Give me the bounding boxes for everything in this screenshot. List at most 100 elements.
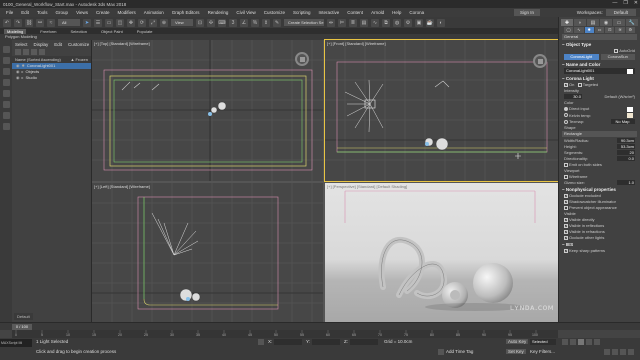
tab-selection[interactable]: Selection xyxy=(70,29,86,34)
render-production-icon[interactable]: ☕ xyxy=(426,18,434,27)
unlink-icon[interactable]: ⚯ xyxy=(36,18,44,27)
snaps-toggle-icon[interactable]: 3 xyxy=(229,18,237,27)
autogrid-checkbox[interactable]: AutoGrid xyxy=(564,48,635,53)
layer-explorer-icon[interactable]: ≣ xyxy=(349,18,357,27)
shapes-filter-icon[interactable] xyxy=(2,90,10,97)
search-icon[interactable] xyxy=(39,49,45,55)
rollout-corona-light[interactable]: Corona Light xyxy=(562,76,637,81)
key-mode-dropdown[interactable]: Selected xyxy=(530,339,556,345)
key-filters-button[interactable]: Key Filters... xyxy=(530,349,555,354)
texmap-radio[interactable]: Texmap: xyxy=(564,119,584,124)
menu-views[interactable]: Views xyxy=(76,10,88,15)
geometry-filter-icon[interactable] xyxy=(2,79,10,86)
cameras-filter-icon[interactable] xyxy=(2,112,10,119)
list-item[interactable]: ◉ ▸ Studio xyxy=(12,75,91,81)
lock-selection-icon[interactable] xyxy=(258,339,264,345)
menu-scripting[interactable]: Scripting xyxy=(293,10,311,15)
menu-tools[interactable]: Tools xyxy=(37,10,48,15)
rendered-frame-window-icon[interactable]: ▣ xyxy=(415,18,423,27)
explorer-column-header[interactable]: Name (Sorted Ascending) ▲ Frozen xyxy=(12,56,91,63)
height-spinner[interactable]: 53.3cm xyxy=(617,144,635,149)
space-warps-icon[interactable]: ≋ xyxy=(615,27,625,33)
select-object-icon[interactable]: ➤ xyxy=(83,18,91,27)
tab-freeform[interactable]: Freeform xyxy=(40,29,56,34)
explorer-tab-select[interactable]: Select xyxy=(15,42,28,47)
auto-key-button[interactable]: Auto Key xyxy=(506,339,529,344)
lights-icon[interactable]: ✹ xyxy=(584,27,594,33)
cameras-icon[interactable]: ▭ xyxy=(594,27,605,33)
shape-dropdown[interactable]: Rectangle xyxy=(562,131,637,137)
light-color-swatch[interactable] xyxy=(627,106,633,112)
corona-light-button[interactable]: CoronaLight xyxy=(564,54,599,60)
window-crossing-icon[interactable]: ◫ xyxy=(116,18,124,27)
x-coord-field[interactable] xyxy=(274,339,302,345)
menu-graph-editors[interactable]: Graph Editors xyxy=(172,10,200,15)
curve-editor-icon[interactable]: ∿ xyxy=(371,18,379,27)
category-dropdown[interactable]: General xyxy=(562,34,637,40)
keep-sharp-patterns-checkbox[interactable]: ✓Keep sharp patterns xyxy=(564,248,635,253)
rotate-icon[interactable]: ⟳ xyxy=(138,18,146,27)
intensity-unit-dropdown[interactable]: Default (W/sr/m²) xyxy=(605,94,635,99)
select-manipulate-icon[interactable]: ✣ xyxy=(207,18,215,27)
y-coord-field[interactable] xyxy=(312,339,340,345)
viewport-front[interactable]: [+] [Front] [Standard] [Wireframe] xyxy=(324,39,559,182)
reference-coordinate-dropdown[interactable]: View xyxy=(171,19,193,26)
shapes-icon[interactable]: ∿ xyxy=(574,27,584,33)
zoom-icon[interactable] xyxy=(604,349,610,355)
scale-icon[interactable]: ⤢ xyxy=(149,18,157,27)
width-spinner[interactable]: 90.3cm xyxy=(617,138,635,143)
scene-explorer-toggle-icon[interactable] xyxy=(2,46,10,53)
menu-civil-view[interactable]: Civil View xyxy=(236,10,255,15)
zoom-all-icon[interactable] xyxy=(612,349,618,355)
menu-content[interactable]: Content xyxy=(347,10,363,15)
sign-in-button[interactable]: Sign In xyxy=(513,9,540,16)
menu-file[interactable]: File xyxy=(6,10,13,15)
time-slider[interactable]: 0 / 100 xyxy=(0,322,640,330)
menu-interactive[interactable]: Interactive xyxy=(319,10,340,15)
emit-both-sides-checkbox[interactable]: Emit on both sides xyxy=(564,162,635,167)
rect-selection-icon[interactable]: ▭ xyxy=(105,18,113,27)
select-by-name-icon[interactable]: ☰ xyxy=(94,18,102,27)
previous-frame-icon[interactable] xyxy=(570,339,576,345)
viewport-left[interactable]: [+] [Left] [Standard] [Wireframe] xyxy=(92,183,323,322)
add-time-tag-button[interactable]: Add Time Tag xyxy=(446,349,473,354)
play-icon[interactable] xyxy=(578,339,584,345)
systems-icon[interactable]: ⚙ xyxy=(625,27,635,33)
viewport-label[interactable]: [+] [Top] [Standard] [Wireframe] xyxy=(94,41,150,46)
wireframe-checkbox[interactable]: Wireframe xyxy=(564,174,587,179)
occlude-excluded-checkbox[interactable]: ✓Occlude excluded xyxy=(564,193,635,198)
material-editor-icon[interactable]: ◍ xyxy=(393,18,401,27)
object-color-swatch[interactable] xyxy=(627,68,633,74)
maxscript-listener[interactable]: MAXScript Mi xyxy=(0,339,32,347)
filter-icon[interactable] xyxy=(15,49,21,55)
rollout-nonphysical[interactable]: Nonphysical properties xyxy=(562,187,637,192)
gizmo-size-spinner[interactable]: 1.0 xyxy=(617,180,635,185)
rollout-object-type[interactable]: Object Type xyxy=(562,42,637,47)
explorer-tab-display[interactable]: Display xyxy=(34,42,49,47)
kelvin-temp-radio[interactable]: Kelvin temp: xyxy=(564,113,591,119)
intensity-spinner[interactable]: 30.0 xyxy=(564,94,582,99)
move-icon[interactable]: ✥ xyxy=(127,18,135,27)
eye-icon[interactable]: ◉ xyxy=(16,75,20,81)
viewcube-icon[interactable] xyxy=(533,54,547,68)
rollout-name-and-color[interactable]: Name and Color xyxy=(562,62,637,67)
angle-snap-icon[interactable]: ∠ xyxy=(240,18,248,27)
bind-space-warp-icon[interactable]: ≈ xyxy=(47,18,55,27)
viewcube-icon[interactable] xyxy=(295,52,309,66)
filter-icon[interactable] xyxy=(2,57,10,64)
link-icon[interactable]: ⛓ xyxy=(25,18,33,27)
set-key-button[interactable]: Set Key xyxy=(506,349,526,354)
menu-arnold[interactable]: Arnold xyxy=(371,10,384,15)
percent-snap-icon[interactable]: % xyxy=(251,18,259,27)
display-tab-icon[interactable]: ▭ xyxy=(613,19,625,26)
texmap-button[interactable]: No Map xyxy=(611,119,635,124)
track-bar[interactable]: 0 5 10 15 20 25 30 35 40 45 50 55 60 65 … xyxy=(12,330,558,338)
selection-filter-dropdown[interactable]: All xyxy=(58,19,80,26)
helpers-icon[interactable]: ⊡ xyxy=(605,27,615,33)
undo-icon[interactable]: ↶ xyxy=(3,18,11,27)
viewport-perspective[interactable]: [+] [Perspective] [Standard] [Default Sh… xyxy=(325,183,558,322)
menu-animation[interactable]: Animation xyxy=(144,10,164,15)
align-icon[interactable]: ⊨ xyxy=(338,18,346,27)
explorer-tab-edit[interactable]: Edit xyxy=(54,42,62,47)
targeted-checkbox[interactable] xyxy=(577,82,582,87)
